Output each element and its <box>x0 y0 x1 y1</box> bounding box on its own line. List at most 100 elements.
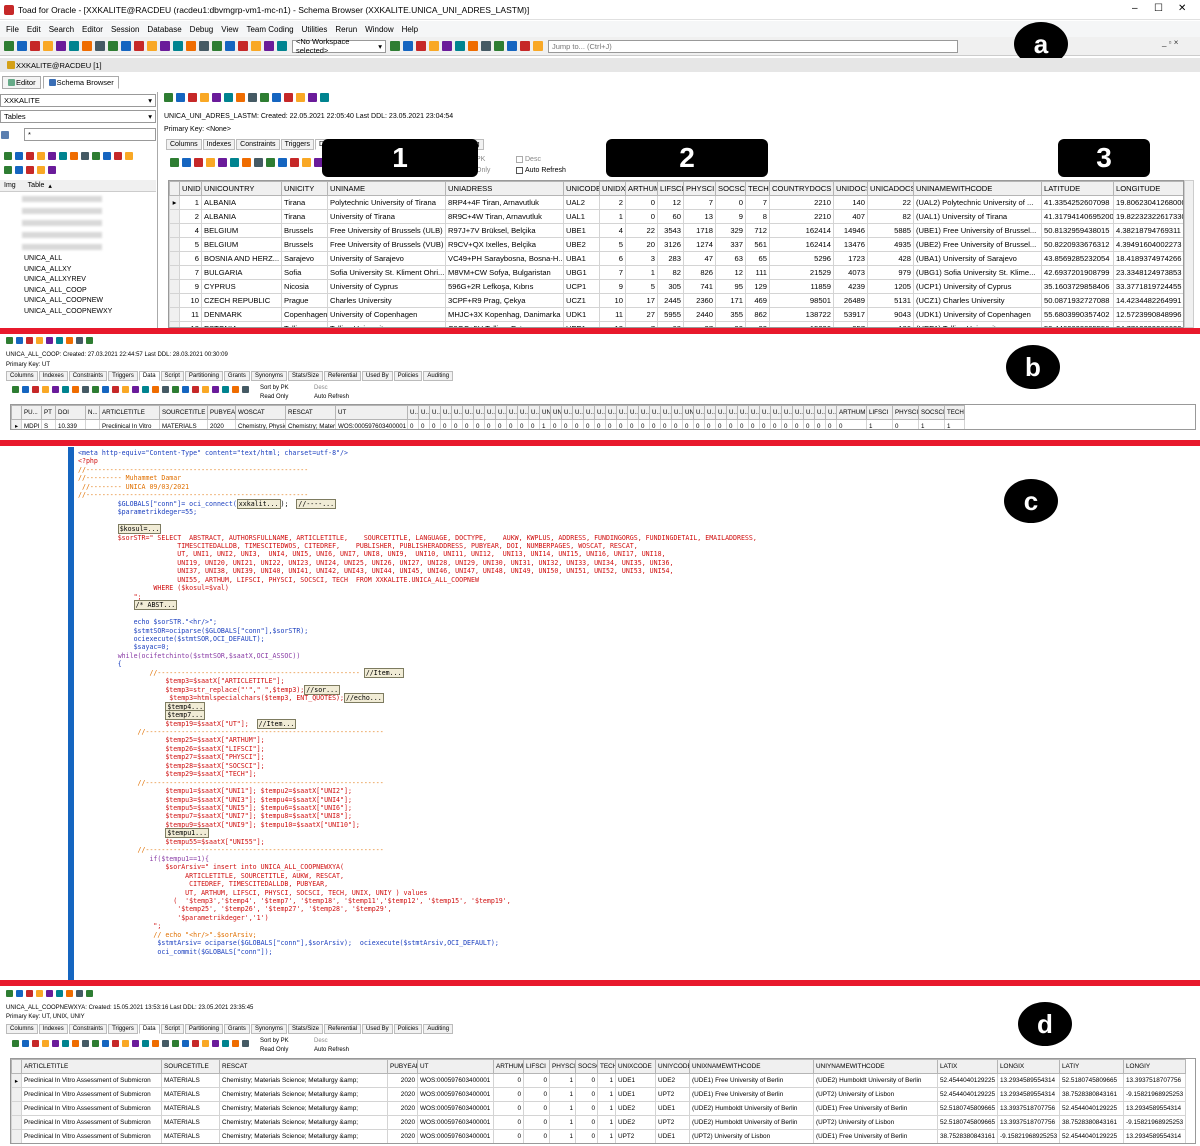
table-cell[interactable]: 1723 <box>833 251 868 266</box>
table-cell[interactable]: R97J+7V Brüksel, Belçika <box>445 223 564 238</box>
column-header[interactable]: N... <box>85 405 100 420</box>
table-cell[interactable]: Preclinical In Vitro Assessment of Submi… <box>21 1073 162 1088</box>
table-cell[interactable]: 0 <box>671 419 683 429</box>
column-header[interactable]: U... <box>803 405 815 420</box>
column-header[interactable]: UNI37 <box>682 405 694 420</box>
column-header[interactable]: U... <box>638 405 650 420</box>
table-cell[interactable]: (UBE2) Free University of Brussel... <box>913 237 1042 252</box>
main-tool-icon[interactable] <box>185 41 196 51</box>
table-cell[interactable]: 0 <box>792 419 804 429</box>
tab-constraints[interactable]: Constraints <box>236 139 280 150</box>
column-header[interactable]: SOURCETITLE <box>159 405 208 420</box>
left-tool-icon[interactable] <box>36 152 45 160</box>
column-header[interactable]: COUNTRYDOCS <box>769 181 834 196</box>
table-cell[interactable]: 50.8220933676312 <box>1041 237 1114 252</box>
left-tool-icon[interactable] <box>3 152 12 160</box>
table-list-item[interactable]: UNICA_ALLXYREV <box>24 275 112 286</box>
table-cell[interactable]: 1 <box>550 1144 576 1145</box>
main-tool-icon[interactable] <box>237 41 248 51</box>
table-cell[interactable] <box>85 419 100 429</box>
table-cell[interactable]: 20 <box>625 237 658 252</box>
column-header[interactable]: U... <box>715 405 727 420</box>
column-header[interactable]: TECH <box>597 1059 616 1074</box>
table-cell[interactable]: 0 <box>517 419 529 429</box>
panel-a-tool-icon[interactable] <box>247 93 257 102</box>
table-cell[interactable]: Sofia University St. Kliment Ohri... <box>327 265 446 280</box>
column-header[interactable]: U... <box>561 405 573 420</box>
panel-d-data-tool-icon[interactable] <box>71 1040 79 1047</box>
main-tool-icon[interactable] <box>428 41 439 51</box>
table-cell[interactable]: (UPT2) University of Lisbon <box>690 1144 814 1145</box>
column-header[interactable]: U... <box>528 405 540 420</box>
table-cell[interactable]: 0 <box>660 419 672 429</box>
column-header[interactable]: UNIXCODE <box>615 1059 656 1074</box>
code-fold[interactable]: //Item... <box>363 667 404 678</box>
panel-b-data-tool-icon[interactable] <box>121 386 129 393</box>
table-cell[interactable]: 0 <box>429 419 441 429</box>
tab-auditing[interactable]: Auditing <box>423 1024 454 1034</box>
table-cell[interactable]: 14.4234482264991 <box>1113 293 1183 308</box>
table-cell[interactable]: 52.4544040129225 <box>1059 1101 1124 1116</box>
table-list-item[interactable]: UNICA_ALL_COOPNEWXY <box>24 307 112 318</box>
table-cell[interactable]: 0 <box>523 1101 550 1116</box>
table-cell[interactable]: (UDE1) Free University of Berlin <box>689 1073 814 1088</box>
table-cell[interactable]: 7 <box>683 195 716 210</box>
column-header[interactable]: LIFSCI <box>523 1059 550 1074</box>
left-tool-icon[interactable] <box>47 152 56 160</box>
table-cell[interactable]: 4239 <box>833 279 868 294</box>
schema-select[interactable]: XXKALITE ▾ <box>0 94 156 107</box>
panel-b-data-tool-icon[interactable] <box>231 386 239 393</box>
column-header[interactable]: PU... <box>21 405 42 420</box>
table-cell[interactable]: 7 <box>599 265 626 280</box>
table-cell[interactable]: 138722 <box>769 307 834 322</box>
column-header[interactable]: DOI <box>55 405 86 420</box>
tab-policies[interactable]: Policies <box>393 371 423 381</box>
tab-stats-size[interactable]: Stats/Size <box>287 1024 323 1034</box>
table-cell[interactable]: 4 <box>179 223 202 238</box>
panel-d-data-tool-icon[interactable] <box>211 1040 219 1047</box>
panel-d-data-tool-icon[interactable] <box>171 1040 179 1047</box>
table-cell[interactable]: Preclinical In Vitro Assessment of Submi… <box>21 1115 162 1130</box>
table-cell[interactable]: 13.2934589554314 <box>997 1087 1060 1102</box>
table-cell[interactable]: 38.7528380843161 <box>1059 1115 1124 1130</box>
panel-b-tool-icon[interactable] <box>5 337 13 344</box>
panel-a-data-tool-icon[interactable] <box>169 158 179 167</box>
table-cell[interactable]: Nicosia <box>281 279 328 294</box>
panel-b-tool-icon[interactable] <box>25 337 33 344</box>
table-cell[interactable]: 2210 <box>769 195 834 210</box>
left-tool-icon[interactable] <box>58 152 67 160</box>
table-cell[interactable]: 33.3771819724455 <box>1113 279 1183 294</box>
table-cell[interactable]: 355 <box>715 307 746 322</box>
table-cell[interactable]: 7 <box>745 195 770 210</box>
table-cell[interactable]: 1 <box>179 195 202 210</box>
column-header[interactable]: UNIDOCS <box>833 181 868 196</box>
column-header[interactable]: LATITUDE <box>1041 181 1114 196</box>
table-cell[interactable]: 26489 <box>833 293 868 308</box>
table-cell[interactable]: 0 <box>892 419 919 429</box>
table-cell[interactable]: Tirana <box>281 209 328 224</box>
table-cell[interactable]: 0 <box>715 419 727 429</box>
table-cell[interactable]: 1 <box>599 209 626 224</box>
panel-d-tool-icon[interactable] <box>5 990 13 997</box>
table-row[interactable]: 11 DENMARK Copenhagen University of Copenha… <box>169 307 1183 322</box>
column-header[interactable]: UNIYNAMEWITHCODE <box>813 1059 938 1074</box>
tab-partitioning[interactable]: Partitioning <box>184 1024 223 1034</box>
table-cell[interactable]: WOS:000597603400001 <box>335 419 408 429</box>
table-cell[interactable]: UDE1 <box>615 1087 656 1102</box>
panel-b-data-tool-icon[interactable] <box>41 386 49 393</box>
table-cell[interactable]: UAL1 <box>563 209 600 224</box>
table-cell[interactable]: Sarajevo <box>281 251 328 266</box>
maximize-button[interactable]: ☐ <box>1154 3 1163 14</box>
tab-used-by[interactable]: Used By <box>361 1024 393 1034</box>
tab-columns[interactable]: Columns <box>6 371 38 381</box>
panel-d-data-tool-icon[interactable] <box>111 1040 119 1047</box>
table-cell[interactable]: 22 <box>625 223 658 238</box>
table-row[interactable]: Preclinical In Vitro Assessment of Submi… <box>11 1101 1186 1116</box>
main-tool-icon[interactable] <box>532 41 543 51</box>
panel-d-tool-icon[interactable] <box>65 990 73 997</box>
table-cell[interactable]: 0 <box>523 1087 550 1102</box>
table-cell[interactable]: 1718 <box>683 223 716 238</box>
table-cell[interactable]: 41.31794140695200 <box>1041 209 1114 224</box>
panel-a-tool-icon[interactable] <box>175 93 185 102</box>
table-cell[interactable]: M8VM+CW Sofya, Bulgaristan <box>445 265 564 280</box>
